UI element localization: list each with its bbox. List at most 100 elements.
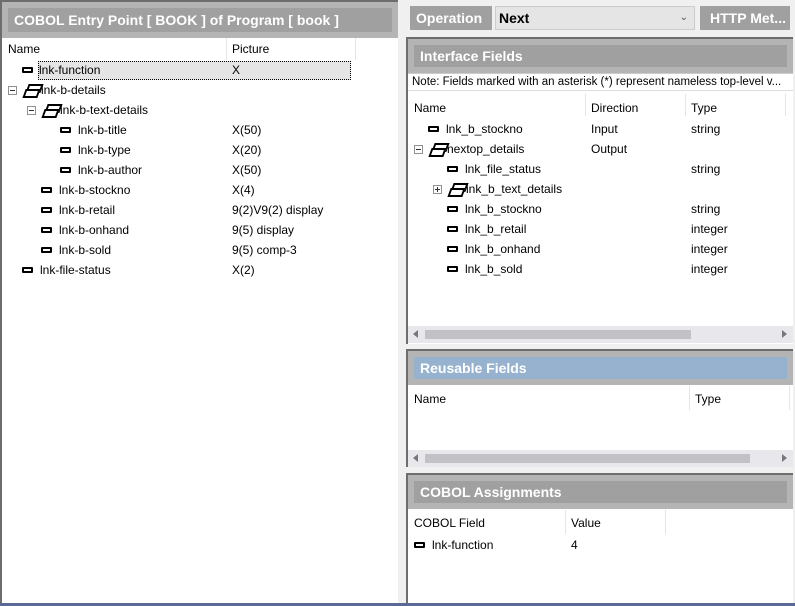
reusable-horizontal-scrollbar[interactable] [408,450,793,467]
tree-row[interactable]: lnk-file-status [22,260,111,280]
tree-row[interactable]: lnk-b-retail [41,200,115,220]
scrollbar-thumb[interactable] [425,330,691,339]
field-picture: X(20) [232,143,262,157]
field-name: lnk-b-author [78,163,143,177]
field-icon [41,227,52,233]
assignment-field: lnk-function [432,538,494,552]
collapse-icon[interactable] [414,144,423,154]
assignment-value[interactable]: 4 [571,535,578,555]
column-header-name[interactable]: Name [414,101,446,115]
field-name: lnk-b-title [78,123,127,137]
tree-row[interactable]: lnk-b-onhand [41,220,129,240]
field-icon [447,246,458,252]
cobol-assignments-panel: COBOL Assignments COBOL Field Value lnk-… [406,473,793,603]
field-picture: X(50) [232,123,262,137]
scrollbar-thumb[interactable] [425,454,750,463]
tree-row[interactable]: lnk_b_stockno [447,199,542,219]
tree-row[interactable]: lnk_b_retail [447,219,526,239]
tree-row[interactable]: lnk-b-author [60,160,142,180]
tree-row[interactable]: lnk_b_onhand [447,239,540,259]
field-name: lnk-file-status [40,263,111,277]
cobol-entry-point-pane: COBOL Entry Point [ BOOK ] of Program [ … [0,0,398,603]
column-header-name[interactable]: Name [414,392,446,406]
tree-row[interactable]: lnk-b-details [8,80,106,100]
scroll-left-arrow-icon[interactable] [413,454,418,462]
column-header-picture[interactable]: Picture [232,42,269,56]
column-separator[interactable] [665,510,666,534]
field-picture: X(2) [232,263,255,277]
field-icon [447,166,458,172]
column-separator[interactable] [355,38,356,60]
field-name: nextop_details [447,142,525,156]
field-picture: 9(5) display [232,223,295,237]
interface-fields-title: Interface Fields [408,39,793,73]
column-separator[interactable] [789,386,790,410]
tree-row[interactable]: nextop_details [414,139,524,159]
field-name: lnk_b_stockno [446,122,523,136]
group-record-icon [22,84,39,96]
tree-row[interactable]: lnk-b-sold [41,240,111,260]
field-type: string [691,202,721,216]
scroll-right-arrow-icon[interactable] [782,330,787,338]
collapse-icon[interactable] [8,85,17,95]
tree-row[interactable]: lnk-b-type [60,140,131,160]
field-icon [428,126,439,132]
reusable-fields-panel: Reusable Fields Name Type [406,349,793,467]
column-separator[interactable] [585,94,586,116]
cobol-assignments-title: COBOL Assignments [408,475,793,509]
column-separator[interactable] [685,94,686,116]
field-name: lnk-b-text-details [60,103,149,117]
column-header-name[interactable]: Name [8,42,40,56]
field-name: lnk-b-retail [59,203,116,217]
column-header-direction[interactable]: Direction [591,101,638,115]
field-picture: 9(2)V9(2) display [232,203,324,217]
column-separator[interactable] [565,510,566,534]
field-direction: Output [591,142,628,156]
tree-row[interactable]: lnk_b_sold [447,259,522,279]
field-icon [41,187,52,193]
field-name: lnk_b_sold [465,262,523,276]
tree-row[interactable]: lnk_b_text_details [433,179,562,199]
field-direction: Input [591,122,618,136]
column-separator[interactable] [785,94,786,116]
operation-dropdown[interactable]: Next ⌄ [495,6,695,30]
tree-row[interactable]: lnk-b-title [60,120,127,140]
field-type: integer [691,262,728,276]
tree-row[interactable]: lnk_file_status [447,159,541,179]
assignment-row[interactable]: lnk-function [414,535,493,555]
field-type: integer [691,222,728,236]
field-name: lnk-b-stockno [59,183,131,197]
tree-row[interactable]: lnk_b_stockno [428,119,523,139]
field-name: lnk-b-onhand [59,223,130,237]
field-icon [22,267,33,273]
tree-row[interactable]: lnk-b-text-details [27,100,148,120]
field-icon [41,207,52,213]
field-name: lnk_b_text_details [466,182,563,196]
interface-horizontal-scrollbar[interactable] [408,326,793,343]
field-picture: 9(5) comp-3 [232,243,297,257]
http-method-button[interactable]: HTTP Met... [700,6,790,30]
column-header-value[interactable]: Value [571,516,601,530]
field-icon [447,266,458,272]
scroll-right-arrow-icon[interactable] [782,454,787,462]
column-header-type[interactable]: Type [691,101,717,115]
field-icon [60,127,71,133]
column-separator[interactable] [226,38,227,60]
collapse-icon[interactable] [27,105,36,115]
field-picture: X(4) [232,183,255,197]
field-type: string [691,122,721,136]
column-separator[interactable] [689,386,690,410]
interface-fields-panel: Interface Fields Note: Fields marked wit… [406,37,793,344]
tree-row[interactable]: lnk-function [22,60,351,80]
group-record-icon [41,104,58,116]
reusable-fields-title: Reusable Fields [408,351,793,385]
field-icon [41,247,52,253]
group-record-icon [447,183,464,195]
tree-row[interactable]: lnk-b-stockno [41,180,130,200]
field-icon [414,542,425,548]
scroll-left-arrow-icon[interactable] [413,330,418,338]
column-header-type[interactable]: Type [695,392,721,406]
chevron-down-icon[interactable]: ⌄ [680,12,688,23]
expand-icon[interactable] [433,184,442,194]
column-header-cobol-field[interactable]: COBOL Field [414,516,485,530]
